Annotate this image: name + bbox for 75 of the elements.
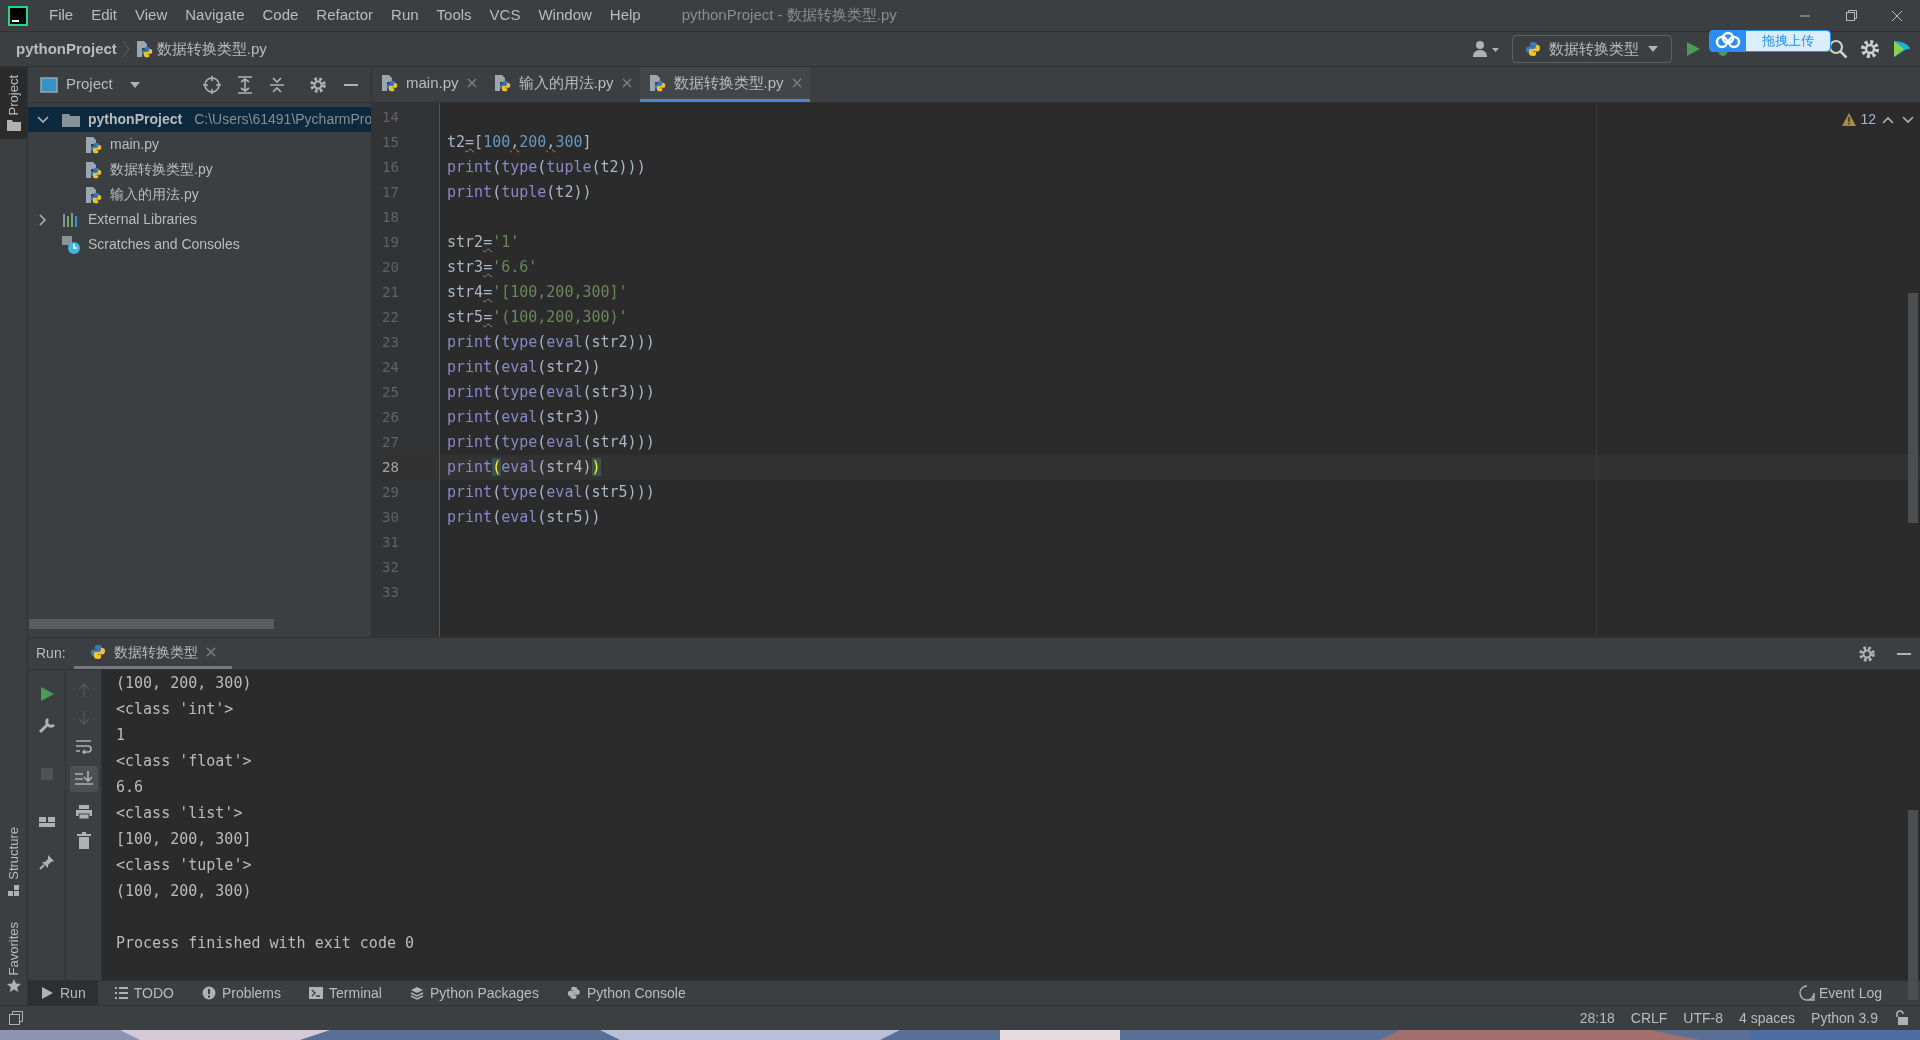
code-line: print(tuple(t2)) [447,183,592,201]
tool-window-tab[interactable]: Project [0,67,27,140]
tool-window-tab[interactable]: Run [28,981,98,1005]
code-line: str5='(100,200,300)' [447,308,628,326]
code-line: str2='1' [447,233,520,251]
path-label: C:\Users\61491\PycharmPro [194,110,371,129]
tool-window-tab[interactable]: Problems [189,981,294,1005]
menu-item[interactable]: Window [529,4,601,27]
tree-row[interactable]: Scratches and Consoles [28,232,371,257]
console-line: <class 'float'> [116,751,253,772]
tool-window-tab[interactable]: Favorites [0,917,27,997]
menu-item[interactable]: Navigate [176,4,254,27]
code-line: t2=[100,200,300] [447,133,592,151]
upload-button[interactable]: 拖拽上传 [1746,31,1830,51]
menu-item[interactable]: Refactor [307,4,383,27]
code-line: print(eval(str3)) [447,408,601,426]
tree-row[interactable]: 数据转换类型.py [28,157,371,182]
tool-window-tab[interactable]: Python Packages [397,981,551,1005]
console-line: <class 'tuple'> [116,855,253,876]
menu-item[interactable]: View [126,4,177,27]
menu-item[interactable]: Code [253,4,308,27]
status-item[interactable]: UTF-8 [1683,1007,1723,1029]
code-line: str4='[100,200,300]' [447,283,628,301]
panel-label: Run: [35,644,67,663]
menu-item[interactable]: Edit [82,4,127,27]
tool-window-tab[interactable]: Terminal [297,981,394,1005]
status-item[interactable]: CRLF [1630,1007,1668,1029]
run-configuration-dropdown[interactable]: 数据转换类型 [1512,35,1672,63]
breadcrumb-item[interactable]: pythonProject [16,37,117,61]
menu-item[interactable]: Help [600,4,650,27]
code-line: print(type(tuple(t2))) [447,158,646,176]
menu-item[interactable]: Run [382,4,428,27]
code-line: print(eval(str4)) [447,458,601,476]
tree-row[interactable]: main.py [28,132,371,157]
warning-counter[interactable]: 12 [1842,109,1876,130]
console-line: (100, 200, 300) [116,673,253,694]
code-line: print(type(eval(str4))) [447,433,655,451]
code-line: print(eval(str5)) [447,508,601,526]
console-line: 1 [116,725,127,746]
code-line: print(type(eval(str2))) [447,333,655,351]
tree-item-label: pythonProject [88,110,183,129]
console-line: (100, 200, 300) [116,881,253,902]
breadcrumb-item[interactable]: 数据转换类型.py [134,37,267,61]
tree-item-label: External Libraries [88,210,197,229]
editor-tab[interactable]: main.py [372,67,485,102]
project-view-dropdown[interactable]: Project [40,73,141,96]
console-line: <class 'list'> [116,803,244,824]
code-line: print(eval(str2)) [447,358,601,376]
tool-window-tab[interactable]: Structure [0,822,27,902]
window-title: pythonProject - 数据转换类型.py [681,5,897,26]
tree-item-label: Scratches and Consoles [88,235,240,254]
tree-row[interactable]: 输入的用法.py [28,182,371,207]
menu-item[interactable]: VCS [480,4,530,27]
code-line: str3='6.6' [447,258,538,276]
console-line: <class 'int'> [116,699,235,720]
tree-item-label: 数据转换类型.py [110,160,213,179]
tool-window-tab[interactable]: Python Console [554,981,698,1005]
console-line: 6.6 [116,777,145,798]
code-line: print(type(eval(str5))) [447,483,655,501]
menu-item[interactable]: Tools [427,4,481,27]
tree-item-label: 输入的用法.py [110,185,199,204]
tool-window-tab[interactable]: TODO [101,981,186,1005]
tree-item-label: main.py [110,135,160,154]
tree-row[interactable]: pythonProject C:\Users\61491\PycharmPro [28,107,371,132]
event-log-button[interactable]: Event Log [1798,982,1882,1004]
tree-row[interactable]: External Libraries [28,207,371,232]
console-line: [100, 200, 300] [116,829,253,850]
status-item[interactable]: 28:18 [1579,1007,1615,1029]
editor-tab[interactable]: 数据转换类型.py [639,67,810,102]
editor-tab[interactable]: 输入的用法.py [484,67,640,102]
console-line: Process finished with exit code 0 [116,933,415,954]
code-line: print(type(eval(str3))) [447,383,655,401]
status-item[interactable]: 4 spaces [1739,1007,1796,1029]
status-item[interactable]: Python 3.9 [1811,1007,1878,1029]
menu-item[interactable]: File [40,4,83,27]
